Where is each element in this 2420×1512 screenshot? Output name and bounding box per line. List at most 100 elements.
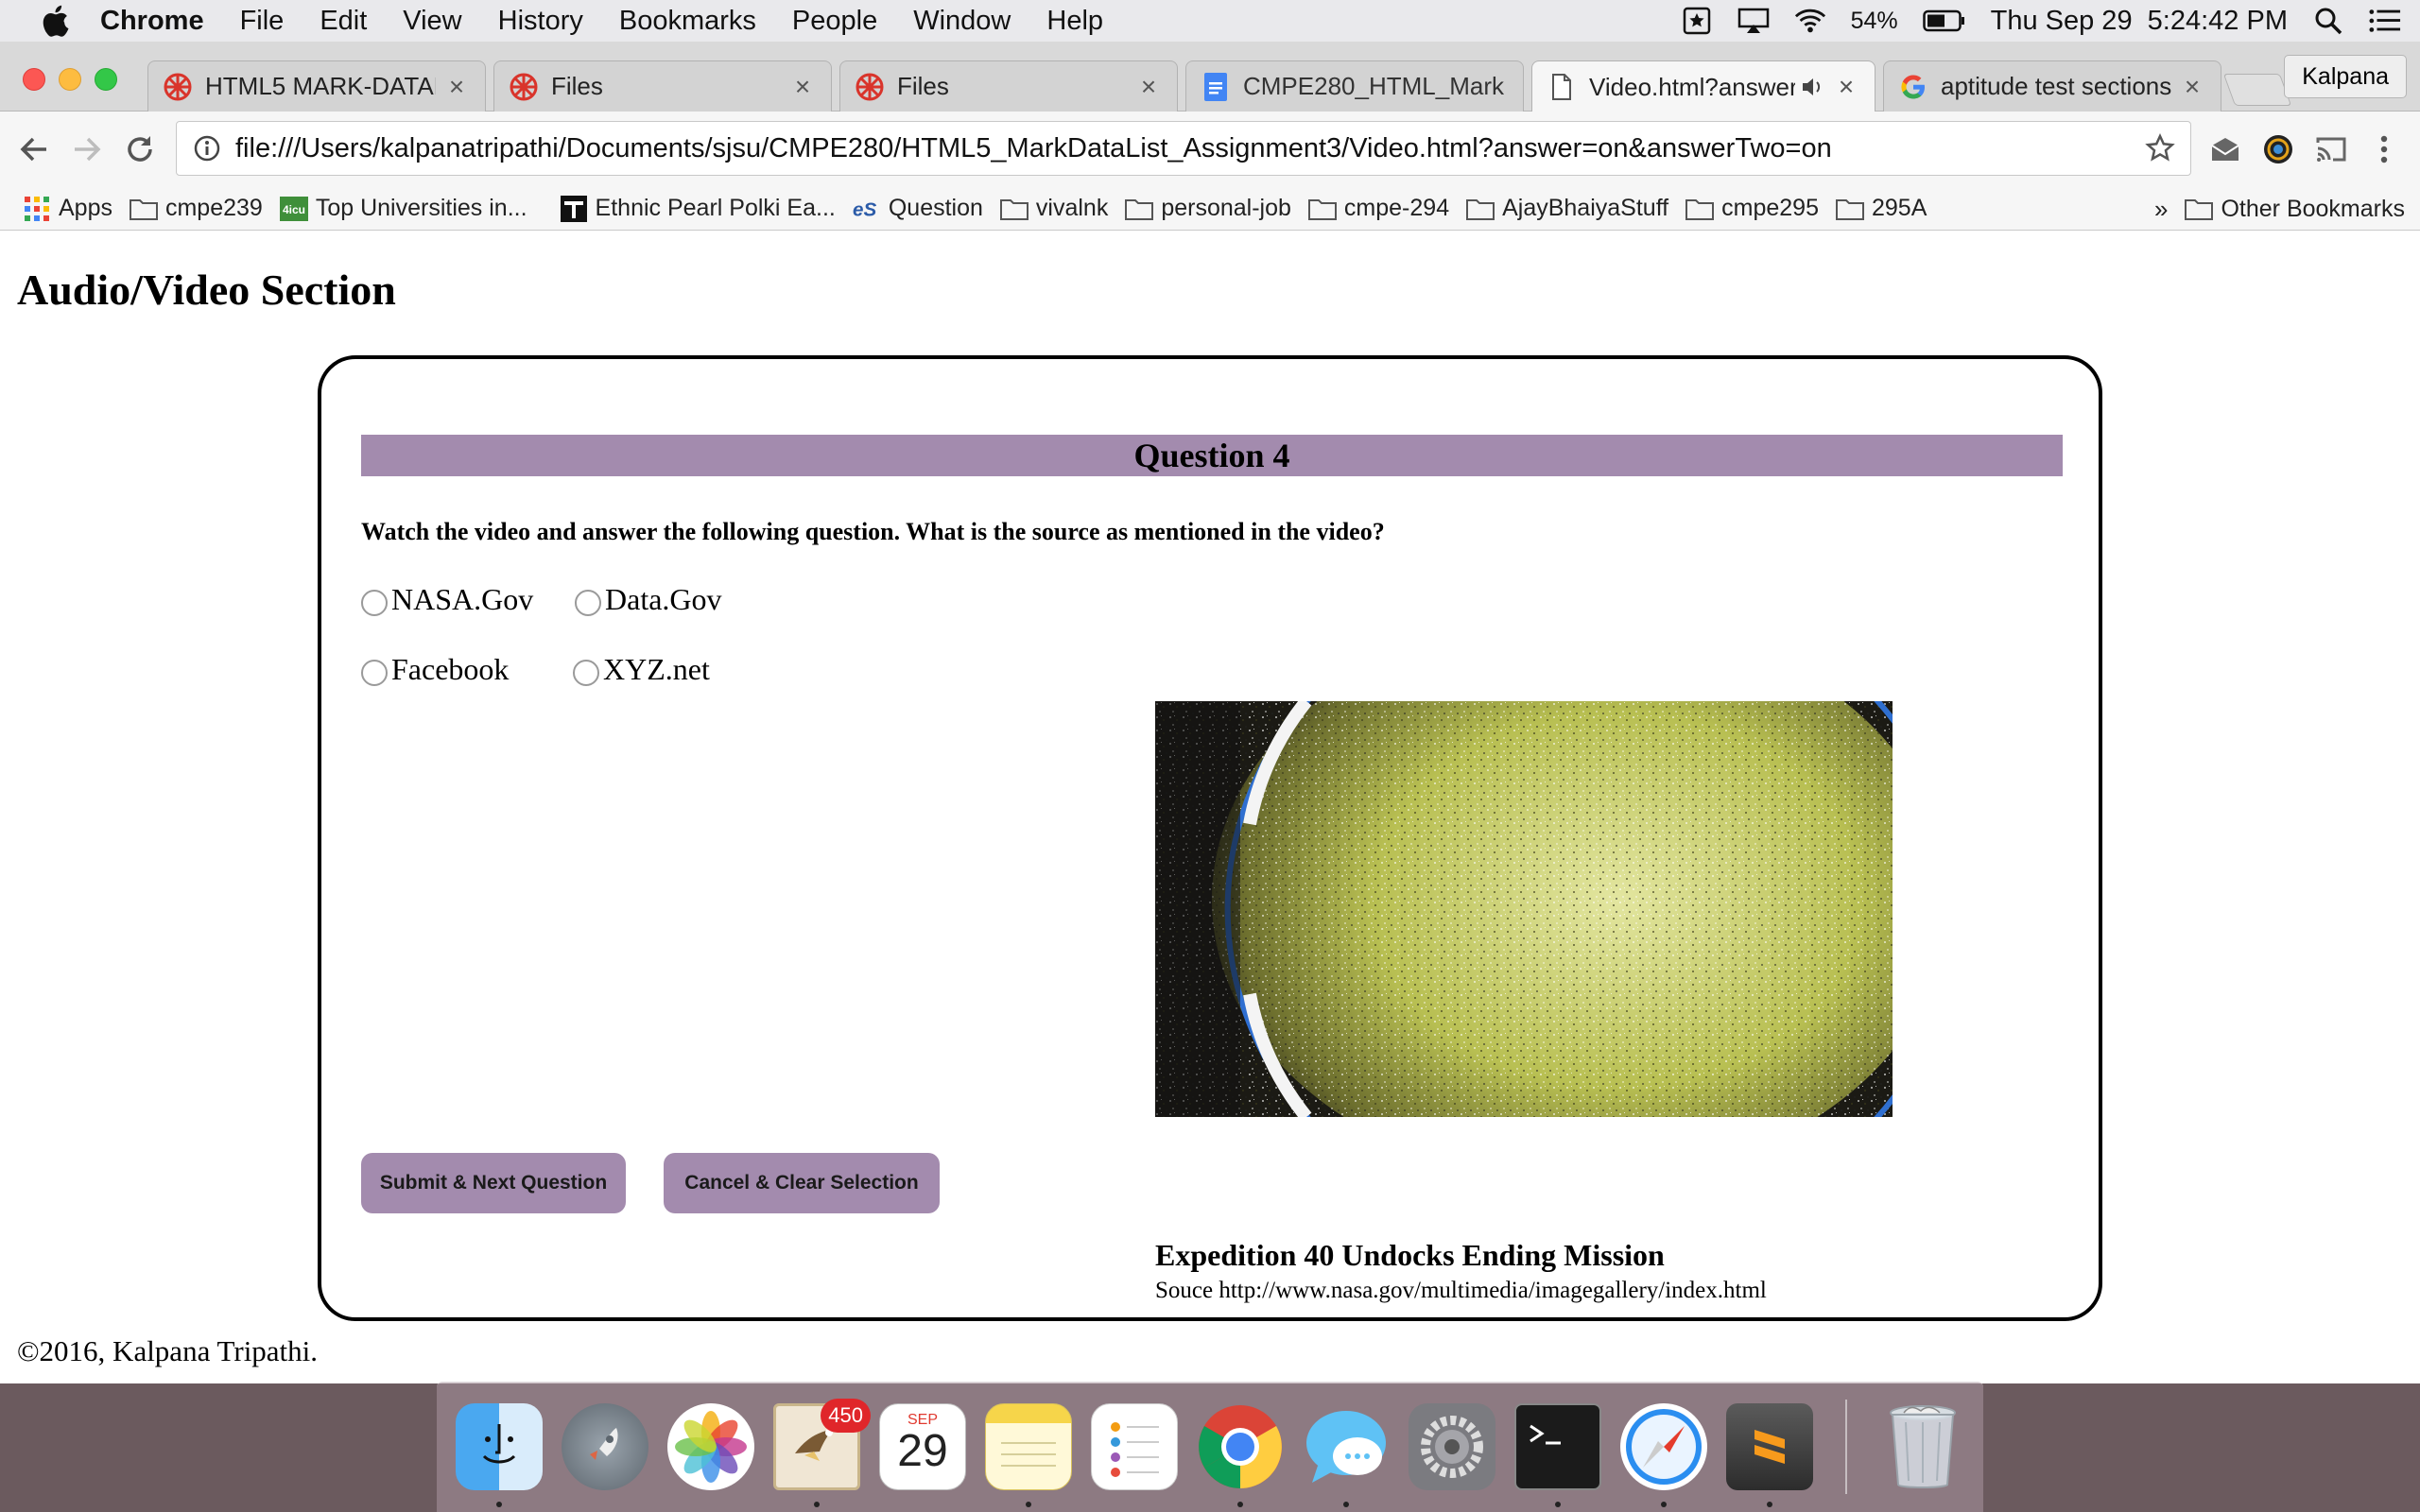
- tab-close-icon[interactable]: ×: [1833, 72, 1859, 102]
- launchpad-icon[interactable]: [562, 1403, 648, 1490]
- minimize-window-button[interactable]: [59, 68, 81, 91]
- close-window-button[interactable]: [23, 68, 45, 91]
- option-nasa-gov[interactable]: NASA.Gov: [361, 582, 533, 617]
- bookmark-vivalnk[interactable]: vivalnk: [999, 195, 1108, 222]
- mail-checker-extension-icon[interactable]: [2204, 129, 2246, 170]
- tab-video-html[interactable]: Video.html?answer= ×: [1531, 60, 1876, 112]
- spotlight-search-icon[interactable]: [2312, 7, 2344, 35]
- submit-next-button[interactable]: Submit & Next Question: [361, 1153, 626, 1213]
- radio-button[interactable]: [573, 659, 599, 686]
- tab-title: Video.html?answer=: [1589, 72, 1795, 101]
- chrome-menu-icon[interactable]: [2363, 129, 2405, 170]
- question-text: Watch the video and answer the following…: [361, 518, 1385, 545]
- option-label: XYZ.net: [603, 652, 710, 686]
- option-data-gov[interactable]: Data.Gov: [575, 582, 722, 617]
- running-indicator: [1343, 1502, 1349, 1507]
- system-preferences-icon[interactable]: [1409, 1403, 1495, 1490]
- speaker-icon[interactable]: [1801, 77, 1825, 97]
- folder-icon: [129, 198, 158, 220]
- bookmark-ajaybhaiyastuff[interactable]: AjayBhaiyaStuff: [1466, 195, 1668, 222]
- option-xyz-net[interactable]: XYZ.net: [573, 652, 710, 687]
- menu-help[interactable]: Help: [1046, 6, 1103, 37]
- menu-edit[interactable]: Edit: [320, 6, 367, 37]
- finder-icon[interactable]: [456, 1403, 543, 1490]
- safari-icon[interactable]: [1620, 1403, 1707, 1490]
- wifi-icon[interactable]: [1794, 7, 1826, 35]
- address-bar[interactable]: file:///Users/kalpanatripathi/Documents/…: [176, 121, 2191, 176]
- bookmark-personal-job[interactable]: personal-job: [1125, 195, 1291, 222]
- cast-icon[interactable]: [2310, 129, 2352, 170]
- bookmarks-bar: Apps cmpe239 4icu Top Universities in...…: [0, 187, 2420, 231]
- menu-file[interactable]: File: [240, 6, 285, 37]
- bookmark-apps[interactable]: Apps: [23, 195, 112, 222]
- menu-bookmarks[interactable]: Bookmarks: [619, 6, 756, 37]
- color-extension-icon[interactable]: [2257, 129, 2299, 170]
- bookmark-ethnic-pearl[interactable]: Ethnic Pearl Polki Ea...: [560, 195, 836, 222]
- menu-window[interactable]: Window: [913, 6, 1011, 37]
- bookmark-label: Ethnic Pearl Polki Ea...: [595, 195, 836, 221]
- battery-percent: 54%: [1850, 7, 1898, 34]
- asterisk-icon: [510, 73, 538, 101]
- info-icon[interactable]: [186, 134, 228, 163]
- radio-button[interactable]: [575, 589, 601, 616]
- notes-icon[interactable]: [985, 1403, 1072, 1490]
- tab-close-icon[interactable]: ×: [443, 72, 470, 102]
- terminal-icon[interactable]: [1514, 1403, 1601, 1490]
- address-url[interactable]: file:///Users/kalpanatripathi/Documents/…: [235, 133, 2139, 164]
- battery-icon[interactable]: [1922, 7, 1966, 35]
- tab-cmpe280-doc[interactable]: CMPE280_HTML_Mark: [1185, 60, 1524, 112]
- zoom-window-button[interactable]: [95, 68, 117, 91]
- bookmark-question[interactable]: eS Question: [853, 195, 983, 222]
- bookmark-295a[interactable]: 295A: [1836, 195, 1927, 222]
- tab-aptitude-test[interactable]: aptitude test sections ×: [1883, 60, 2221, 112]
- cancel-clear-button[interactable]: Cancel & Clear Selection: [664, 1153, 940, 1213]
- back-button[interactable]: [13, 129, 55, 170]
- calendar-icon[interactable]: SEP 29: [879, 1403, 966, 1490]
- tab-close-icon[interactable]: ×: [1135, 72, 1162, 102]
- es-icon: eS: [853, 198, 881, 220]
- tab-html5-mark-datalist[interactable]: HTML5 MARK-DATALIS ×: [147, 60, 486, 112]
- radio-button[interactable]: [361, 589, 388, 616]
- sublime-text-icon[interactable]: [1726, 1403, 1813, 1490]
- reminders-icon[interactable]: [1091, 1403, 1178, 1490]
- bookmark-label: AjayBhaiyaStuff: [1502, 195, 1669, 221]
- bookmark-cmpe295[interactable]: cmpe295: [1685, 195, 1819, 222]
- asterisk-icon: [856, 73, 884, 101]
- option-facebook[interactable]: Facebook: [361, 652, 509, 687]
- page-heading: Audio/Video Section: [17, 266, 396, 314]
- tab-close-icon[interactable]: ×: [2179, 72, 2205, 102]
- tab-files-2[interactable]: Files ×: [839, 60, 1178, 112]
- notification-center-icon[interactable]: [2369, 7, 2401, 35]
- menu-app-name[interactable]: Chrome: [100, 6, 204, 37]
- reload-button[interactable]: [119, 129, 161, 170]
- new-tab-button[interactable]: [2222, 74, 2292, 106]
- airplay-icon[interactable]: [1737, 7, 1770, 35]
- chrome-icon[interactable]: [1197, 1403, 1284, 1490]
- menu-people[interactable]: People: [792, 6, 877, 37]
- bookmark-other-bookmarks[interactable]: Other Bookmarks: [2185, 196, 2405, 223]
- bookmark-cmpe239[interactable]: cmpe239: [129, 195, 263, 222]
- folder-icon: [1307, 198, 1337, 220]
- video-title: Expedition 40 Undocks Ending Mission: [1155, 1238, 1665, 1272]
- messages-icon[interactable]: [1303, 1403, 1390, 1490]
- bookmarks-overflow-button[interactable]: »: [2154, 195, 2168, 224]
- radio-button[interactable]: [361, 659, 388, 686]
- folder-icon: [2185, 198, 2214, 220]
- bookmark-label: Apps: [59, 195, 112, 221]
- tab-close-icon[interactable]: ×: [789, 72, 816, 102]
- apple-icon[interactable]: [36, 5, 74, 37]
- bookmark-star-status-icon[interactable]: [1681, 7, 1713, 35]
- menu-history[interactable]: History: [498, 6, 583, 37]
- bookmark-star-icon[interactable]: [2139, 133, 2181, 163]
- menu-view[interactable]: View: [403, 6, 461, 37]
- mail-icon[interactable]: 450: [773, 1399, 871, 1490]
- profile-button[interactable]: Kalpana: [2284, 55, 2407, 98]
- trash-icon[interactable]: [1879, 1403, 1966, 1490]
- tab-files-1[interactable]: Files ×: [493, 60, 832, 112]
- photos-icon[interactable]: [667, 1403, 754, 1490]
- bookmark-top-universities[interactable]: 4icu Top Universities in...: [279, 195, 527, 222]
- bookmark-cmpe-294[interactable]: cmpe-294: [1307, 195, 1449, 222]
- menubar-clock[interactable]: Thu Sep 29 5:24:42 PM: [1991, 6, 2288, 37]
- forward-button[interactable]: [66, 129, 108, 170]
- video-player[interactable]: [1155, 701, 1893, 1117]
